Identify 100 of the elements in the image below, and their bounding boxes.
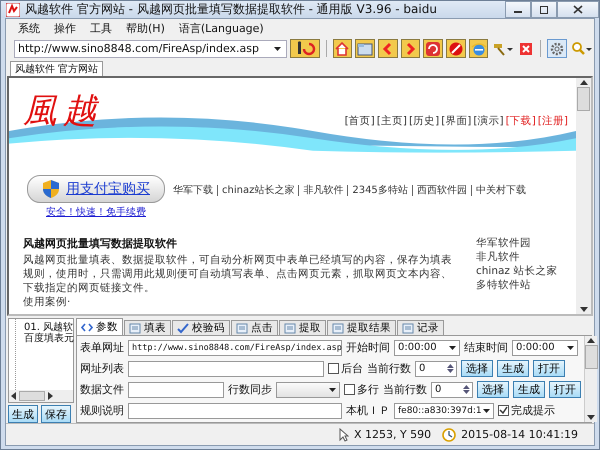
folder-icon[interactable] (355, 39, 375, 58)
site-link[interactable]: 2345多特站 (347, 184, 412, 196)
cursor-icon (338, 428, 349, 442)
form-url-field[interactable]: http://www.sino8848.com/FireAsp/index.asp (128, 340, 342, 356)
site-link[interactable]: 华军下载 (173, 184, 217, 196)
nav-link[interactable]: [演示] (473, 114, 504, 128)
browser-tab[interactable]: 风越软件 官方网站 (10, 61, 104, 76)
home-icon[interactable] (332, 39, 352, 58)
nav-link[interactable]: [下载] (506, 114, 536, 128)
scroll-right-icon[interactable] (48, 392, 53, 400)
input-field[interactable] (128, 360, 324, 376)
maximize-button[interactable] (531, 1, 557, 18)
minimize-button[interactable] (505, 1, 531, 18)
nav-link[interactable]: [首页] (344, 114, 375, 128)
checkbox[interactable]: 完成提示 (498, 403, 555, 418)
stop-icon[interactable] (446, 39, 466, 58)
close-icon (573, 5, 583, 14)
maximize-icon (539, 6, 549, 14)
tab[interactable]: 参数 (76, 318, 123, 335)
action-button[interactable]: 生成 (513, 381, 545, 398)
nav-link[interactable]: [主页] (376, 114, 407, 128)
scrollbar[interactable] (584, 336, 597, 422)
section-label: 使用案例· (23, 295, 72, 309)
sync-dropdown[interactable] (276, 382, 340, 398)
spin-field[interactable]: 0 (415, 360, 457, 376)
date-time: 2015-08-14 10:41:19 (461, 428, 578, 441)
menu-item[interactable]: 帮助(H) (126, 20, 165, 36)
scrollbar[interactable] (576, 78, 591, 314)
tab[interactable]: 记录 (397, 320, 444, 335)
site-link[interactable]: 西西软件园 (412, 184, 471, 196)
scroll-thumb[interactable] (19, 391, 45, 401)
refresh-icon[interactable] (423, 39, 443, 58)
document-icon (284, 322, 296, 334)
action-button[interactable]: 生成 (497, 360, 529, 377)
scroll-thumb[interactable] (584, 345, 598, 369)
menu-item[interactable]: 语言(Language) (178, 20, 264, 36)
forward-icon[interactable] (400, 39, 420, 58)
action-button[interactable]: 生成 (8, 405, 38, 423)
checkbox[interactable]: 后台 (328, 361, 363, 376)
menu-item[interactable]: 工具 (90, 20, 112, 36)
tab[interactable]: 校验码 (172, 320, 230, 335)
go-button[interactable] (290, 39, 320, 58)
spin-field[interactable]: 0 (431, 382, 473, 398)
tab[interactable]: 提取结果 (327, 320, 396, 335)
pay-note-link[interactable]: 安全！快速！免手续费 (46, 205, 146, 219)
tab[interactable]: 点击 (231, 320, 278, 335)
tab[interactable]: 填表 (124, 320, 171, 335)
scroll-up-icon[interactable] (580, 80, 588, 85)
article-heading: 风越网页批量填写数据提取软件 (23, 236, 178, 251)
site-link[interactable]: 中关村下载 (470, 184, 530, 196)
field-label: 开始时间 (346, 340, 390, 355)
tree-item[interactable]: 百度填表元 (24, 333, 73, 344)
field-label: 当前行数 (367, 361, 411, 376)
action-button[interactable]: 保存 (41, 405, 71, 423)
checkmark-icon (499, 406, 508, 415)
nav-link[interactable]: [注册] (538, 114, 568, 128)
nav-link[interactable]: [历史] (408, 114, 440, 128)
caret-icon (449, 346, 456, 350)
horizontal-scrollbar[interactable] (9, 390, 73, 402)
alipay-button[interactable]: 用支付宝购买 (27, 175, 165, 203)
side-link[interactable]: 多特软件站 (476, 278, 568, 292)
logo: 風越 (23, 90, 103, 133)
start-time-dropdown[interactable]: 0:00:00 (394, 340, 460, 356)
scroll-thumb[interactable] (577, 87, 590, 111)
field-label: 规则说明 (80, 403, 124, 418)
side-link[interactable]: chinaz 站长之家 (476, 264, 568, 278)
end-time-dropdown[interactable]: 0:00:00 (512, 340, 578, 356)
side-link[interactable]: 非凡软件 (476, 250, 568, 264)
side-link[interactable]: 华军软件园 (476, 236, 568, 250)
cursor-position: X 1253, Y 590 (354, 428, 432, 441)
checkbox[interactable]: 多行 (344, 382, 379, 397)
input-field[interactable] (128, 402, 342, 418)
nav-link[interactable]: [界面] (441, 114, 472, 128)
site-link[interactable]: 非凡软件 (298, 184, 348, 196)
close-button[interactable] (557, 1, 599, 18)
scroll-up-icon[interactable] (587, 338, 595, 343)
tree-item[interactable]: 01. 风越软 (24, 322, 73, 333)
action-button[interactable]: 选择 (477, 381, 509, 398)
ip-dropdown[interactable]: fe80::a830:397d:1 (394, 402, 494, 418)
shield-icon (42, 179, 60, 199)
spinner-arrows-icon[interactable] (463, 385, 472, 394)
action-button[interactable]: 选择 (461, 360, 493, 377)
scroll-left-icon[interactable] (11, 392, 16, 400)
tab[interactable]: 提取 (279, 320, 326, 335)
menu-item[interactable]: 系统 (18, 20, 40, 36)
action-button[interactable]: 打开 (549, 381, 581, 398)
spinner-arrows-icon[interactable] (447, 364, 456, 373)
input-field[interactable] (128, 382, 224, 398)
article-text: 风越网页批量填表、数据提取软件，可自动分析网页中表单已经填写的内容，保存为填表规则，使用时，只需调用此规则便可自动填写表单、点击网页元素，抓取网页文本内容、下载指定的网页链接文件。 (23, 253, 453, 295)
back-icon[interactable] (378, 39, 398, 58)
settings-icon[interactable] (547, 39, 567, 58)
menu-item[interactable]: 操作 (54, 20, 76, 36)
caret-icon (567, 346, 574, 350)
app-icon (6, 2, 20, 16)
address-combobox[interactable]: http://www.sino8848.com/FireAsp/index.asp (14, 40, 288, 58)
scroll-down-icon[interactable] (580, 307, 588, 312)
field-label: 当前行数 (383, 382, 427, 397)
action-button[interactable]: 打开 (533, 360, 565, 377)
site-link[interactable]: chinaz站长之家 (217, 184, 298, 196)
scroll-down-icon[interactable] (587, 415, 595, 420)
